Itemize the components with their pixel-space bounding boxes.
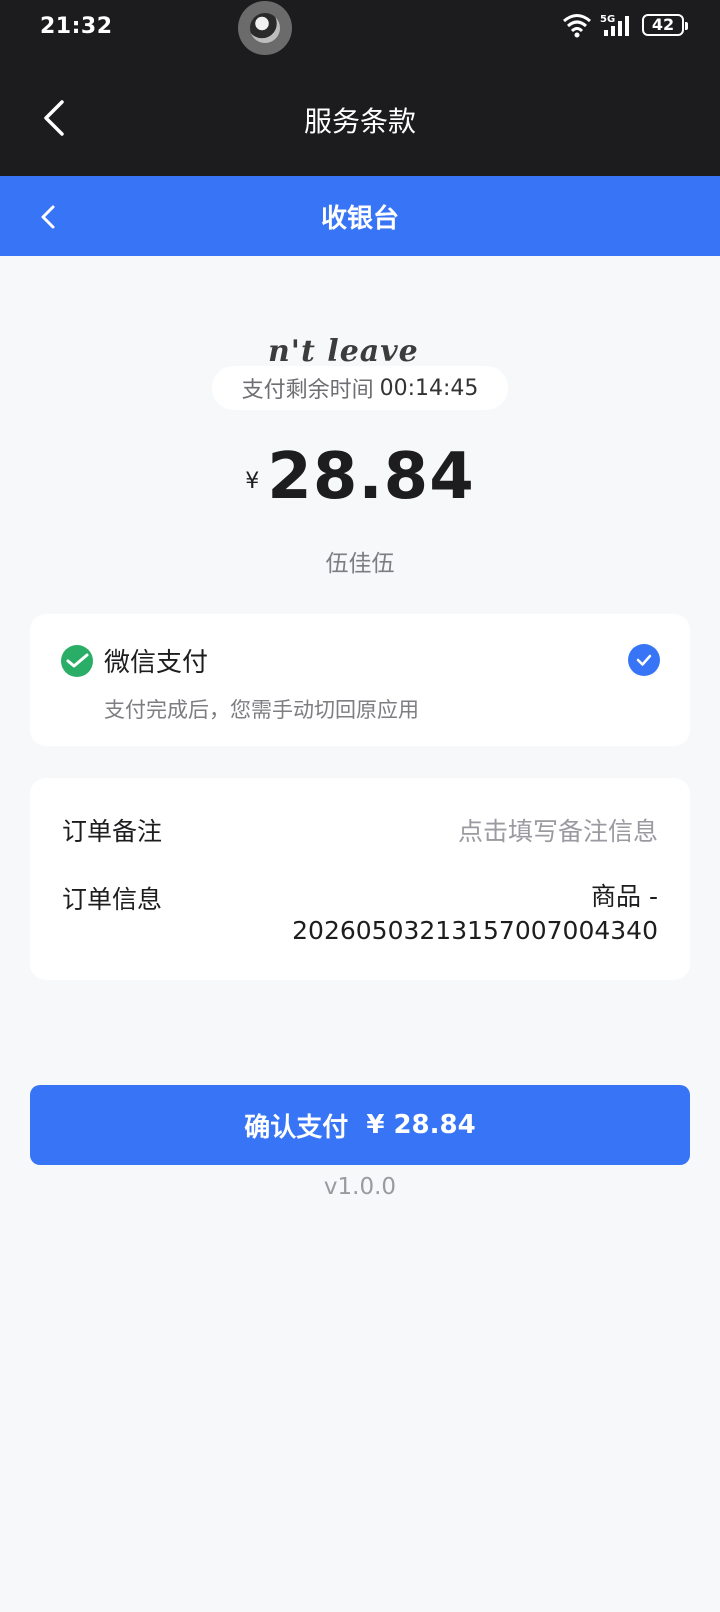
battery-icon: 42 bbox=[642, 14, 688, 36]
order-remark-input[interactable]: 点击填写备注信息 bbox=[458, 812, 658, 848]
payment-method-name: 微信支付 bbox=[104, 648, 209, 678]
order-info-label: 订单信息 bbox=[62, 885, 163, 914]
outer-header: 服务条款 bbox=[0, 56, 720, 176]
checkmark-icon bbox=[636, 654, 652, 666]
order-number: 20260503213157007004340 bbox=[292, 916, 658, 945]
selected-check-icon[interactable] bbox=[628, 644, 660, 676]
app-version: v1.0.0 bbox=[323, 1174, 397, 1200]
amount-value: 28.84 bbox=[267, 440, 475, 514]
payment-amount: ¥28.84 bbox=[0, 440, 720, 514]
confirm-pay-amount: ¥ 28.84 bbox=[366, 1110, 476, 1140]
confirm-pay-button[interactable]: 确认支付 ¥ 28.84 bbox=[30, 1085, 690, 1165]
avatar-image bbox=[250, 13, 280, 43]
timer-value: 00:14:45 bbox=[379, 375, 479, 401]
wechat-pay-icon bbox=[61, 645, 93, 677]
checkout-header: 收银台 bbox=[0, 176, 720, 256]
confirm-pay-label: 确认支付 bbox=[244, 1112, 349, 1143]
page-title: 服务条款 bbox=[303, 105, 416, 138]
network-type-label: 5G bbox=[600, 14, 615, 25]
order-remark-label: 订单备注 bbox=[62, 817, 163, 846]
payment-method-wechat[interactable]: 微信支付 支付完成后，您需手动切回原应用 bbox=[30, 614, 690, 746]
wifi-icon bbox=[563, 14, 591, 38]
signal-5g-icon: 5G bbox=[600, 14, 629, 36]
floating-avatar[interactable] bbox=[238, 1, 292, 55]
status-bar: 21:32 5G 42 bbox=[0, 0, 720, 56]
currency-symbol: ¥ bbox=[245, 469, 260, 494]
checkout-title: 收银台 bbox=[320, 204, 399, 234]
order-info-value: 商品 - 20260503213157007004340 bbox=[258, 880, 658, 948]
status-icons: 5G 42 bbox=[562, 12, 688, 38]
overlay-text: n't leave bbox=[268, 334, 419, 369]
status-time: 21:32 bbox=[40, 14, 113, 39]
order-details-card: 订单备注 点击填写备注信息 订单信息 商品 - 2026050321315700… bbox=[30, 778, 690, 980]
countdown-timer: 支付剩余时间 00:14:45 bbox=[212, 366, 508, 410]
payment-method-hint: 支付完成后，您需手动切回原应用 bbox=[104, 698, 419, 722]
order-info-product: 商品 - bbox=[591, 882, 658, 911]
timer-label: 支付剩余时间 bbox=[241, 378, 374, 403]
merchant-name: 伍佳伍 bbox=[325, 551, 395, 577]
